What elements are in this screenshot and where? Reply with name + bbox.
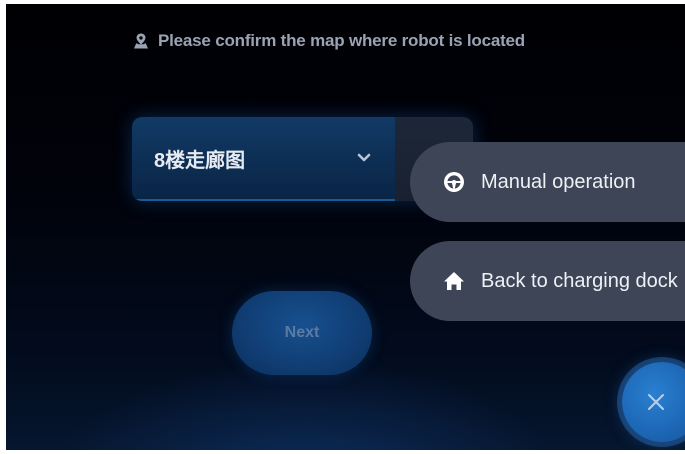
back-to-dock-button[interactable]: Back to charging dock <box>410 241 685 321</box>
manual-operation-label: Manual operation <box>481 170 636 193</box>
close-menu-button[interactable] <box>622 362 685 442</box>
robot-screen: Please confirm the map where robot is lo… <box>6 4 685 450</box>
map-pin-icon <box>134 33 148 49</box>
chevron-down-icon[interactable] <box>357 153 371 163</box>
prompt-text: Please confirm the map where robot is lo… <box>158 31 525 50</box>
map-select-field[interactable]: 8楼走廊图 <box>132 117 395 201</box>
next-button[interactable]: Next <box>232 291 372 375</box>
next-button-label: Next <box>284 324 320 341</box>
map-confirm-prompt: Please confirm the map where robot is lo… <box>132 29 525 53</box>
home-icon <box>442 269 466 293</box>
map-select-value: 8楼走廊图 <box>154 149 246 172</box>
back-to-dock-label: Back to charging dock <box>481 269 678 292</box>
close-icon <box>648 394 664 410</box>
steering-wheel-icon <box>442 170 466 194</box>
manual-operation-button[interactable]: Manual operation <box>410 142 685 222</box>
